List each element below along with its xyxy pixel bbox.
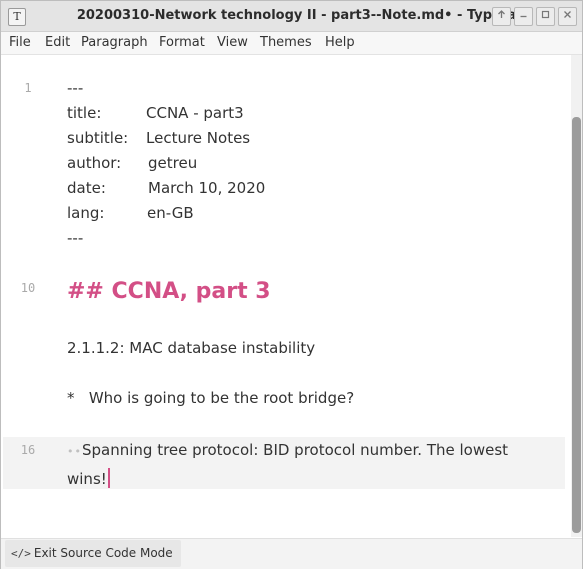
menu-edit[interactable]: Edit xyxy=(45,35,70,50)
active-line-wrap: wins! xyxy=(67,468,110,488)
paragraph-text: 2.1.1.2: MAC database instability xyxy=(67,339,316,357)
active-line-text: ••Spanning tree protocol: BID protocol n… xyxy=(67,441,508,459)
code-icon: </> xyxy=(11,547,31,560)
exit-source-code-mode-button[interactable]: </> Exit Source Code Mode xyxy=(5,540,181,567)
frontmatter-open: --- xyxy=(67,79,84,97)
scrollbar-thumb[interactable] xyxy=(572,117,581,533)
frontmatter-key: title: xyxy=(67,104,102,122)
menu-file[interactable]: File xyxy=(9,35,31,50)
frontmatter-key: lang: xyxy=(67,204,105,222)
frontmatter-line: subtitle: Lecture Notes xyxy=(67,129,250,147)
frontmatter-line: date: March 10, 2020 xyxy=(67,179,265,197)
status-bar: </> Exit Source Code Mode xyxy=(1,538,582,569)
menu-help[interactable]: Help xyxy=(325,35,355,50)
menu-format[interactable]: Format xyxy=(159,35,205,50)
frontmatter-value: Lecture Notes xyxy=(146,129,251,147)
frontmatter-key: date: xyxy=(67,179,106,197)
frontmatter-value: en-GB xyxy=(147,204,194,222)
frontmatter-key: subtitle: xyxy=(67,129,129,147)
frontmatter-close: --- xyxy=(67,229,84,247)
text-cursor xyxy=(107,468,110,488)
list-item: * Who is going to be the root bridge? xyxy=(67,389,354,407)
markdown-heading: ## CCNA, part 3 xyxy=(67,279,271,304)
exit-source-label: Exit Source Code Mode xyxy=(33,546,173,560)
minimize-icon[interactable] xyxy=(514,7,533,26)
source-code-editor[interactable]: 1 10 16 --- title: CCNA - part3 subtitle:… xyxy=(1,55,571,537)
menu-view[interactable]: View xyxy=(217,35,248,50)
frontmatter-value: CCNA - part3 xyxy=(146,104,244,122)
frontmatter-line: title: CCNA - part3 xyxy=(67,104,244,122)
maximize-icon[interactable] xyxy=(536,7,555,26)
menu-themes[interactable]: Themes xyxy=(260,35,312,50)
bullet-text: Who is going to be the root bridge? xyxy=(88,389,355,407)
frontmatter-value: getreu xyxy=(148,154,198,172)
bullet-marker: * xyxy=(67,389,75,407)
active-line-content-wrap: wins! xyxy=(67,470,107,488)
line-number: 10 xyxy=(20,281,36,295)
line-number: 1 xyxy=(24,81,32,95)
frontmatter-line: author: getreu xyxy=(67,154,197,172)
frontmatter-value: March 10, 2020 xyxy=(148,179,266,197)
menu-paragraph[interactable]: Paragraph xyxy=(81,35,148,50)
title-bar: T 20200310-Network technology II - part3… xyxy=(1,1,582,32)
close-icon[interactable] xyxy=(558,7,577,26)
indent-dots: •• xyxy=(67,445,82,458)
line-number: 16 xyxy=(20,443,36,457)
active-line-content: Spanning tree protocol: BID protocol num… xyxy=(81,441,509,459)
frontmatter-line: lang: en-GB xyxy=(67,204,194,222)
up-icon[interactable] xyxy=(492,7,511,26)
menu-bar: File Edit Paragraph Format View Themes H… xyxy=(1,32,582,55)
frontmatter-key: author: xyxy=(67,154,122,172)
